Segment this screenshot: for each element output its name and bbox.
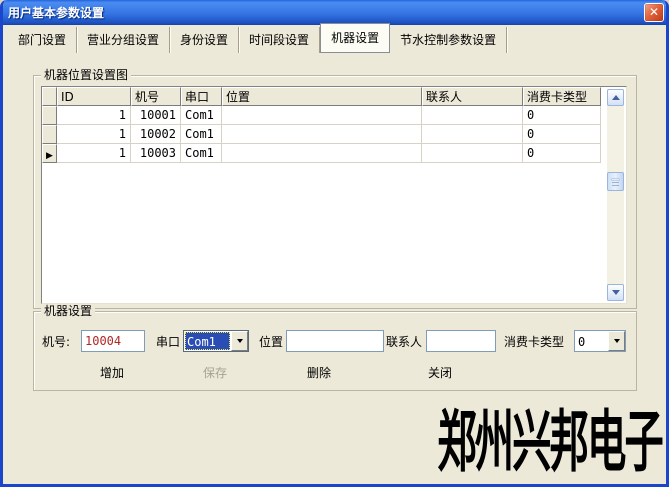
- scroll-up-button[interactable]: [607, 89, 624, 106]
- table-row[interactable]: 1 10001 Com1 0: [42, 106, 601, 125]
- card-type-label: 消费卡类型: [504, 332, 564, 353]
- tab-identity-settings[interactable]: 身份设置: [170, 27, 239, 53]
- location-label: 位置: [259, 332, 283, 353]
- cell-contact[interactable]: [422, 106, 523, 125]
- tab-machine-settings[interactable]: 机器设置: [320, 23, 390, 53]
- cell-card-type[interactable]: 0: [523, 144, 601, 163]
- cell-card-type[interactable]: 0: [523, 106, 601, 125]
- scroll-thumb[interactable]: [607, 172, 624, 191]
- window-title: 用户基本参数设置: [8, 4, 644, 21]
- close-icon[interactable]: ✕: [644, 3, 664, 22]
- col-header-port[interactable]: 串口: [181, 87, 222, 106]
- current-row-arrow-icon: ▶: [46, 151, 53, 161]
- cell-port[interactable]: Com1: [181, 144, 222, 163]
- dialog-body: 部门设置 营业分组设置 身份设置 时间段设置 机器设置 节水控制参数设置 机器位…: [3, 25, 666, 484]
- tab-bar: 部门设置 营业分组设置 身份设置 时间段设置 机器设置 节水控制参数设置: [8, 28, 507, 53]
- port-selected-value: Com1: [185, 332, 230, 350]
- cell-card-type[interactable]: 0: [523, 125, 601, 144]
- cell-id[interactable]: 1: [57, 125, 131, 144]
- cell-port[interactable]: Com1: [181, 106, 222, 125]
- tab-time-period-settings[interactable]: 时间段设置: [239, 27, 320, 53]
- port-label: 串口: [156, 332, 180, 353]
- scroll-down-icon: [612, 290, 620, 295]
- col-header-id[interactable]: ID: [57, 87, 131, 106]
- add-button[interactable]: 增加: [96, 362, 128, 383]
- scroll-down-button[interactable]: [607, 284, 624, 301]
- cell-port[interactable]: Com1: [181, 125, 222, 144]
- col-header-location[interactable]: 位置: [222, 87, 422, 106]
- machine-location-groupbox: 机器位置设置图 ID 机号 串口 位置 联系人 消费卡类型: [33, 75, 637, 309]
- machine-table: ID 机号 串口 位置 联系人 消费卡类型 1 10001 Com1: [42, 87, 601, 163]
- location-input[interactable]: [286, 330, 384, 352]
- vertical-scrollbar[interactable]: [607, 89, 624, 301]
- col-header-card-type[interactable]: 消费卡类型: [523, 87, 601, 106]
- card-type-selected-value: 0: [576, 332, 607, 350]
- cell-machine-no[interactable]: 10003: [131, 144, 181, 163]
- dialog-window: 用户基本参数设置 ✕ 部门设置 营业分组设置 身份设置 时间段设置 机器设置 节…: [0, 0, 669, 487]
- row-selector[interactable]: [42, 106, 57, 125]
- card-type-dropdown-button[interactable]: [608, 331, 625, 351]
- row-selector-header: [42, 87, 57, 106]
- machine-no-input[interactable]: [81, 330, 145, 352]
- machine-settings-groupbox-title: 机器设置: [41, 304, 95, 318]
- row-selector-current[interactable]: ▶: [42, 144, 57, 163]
- col-header-machine-no[interactable]: 机号: [131, 87, 181, 106]
- port-combobox[interactable]: Com1: [183, 330, 249, 352]
- tab-business-group-settings[interactable]: 营业分组设置: [77, 27, 170, 53]
- cell-id[interactable]: 1: [57, 144, 131, 163]
- table-header-row: ID 机号 串口 位置 联系人 消费卡类型: [42, 87, 601, 106]
- machine-grid: ID 机号 串口 位置 联系人 消费卡类型 1 10001 Com1: [41, 86, 627, 304]
- cell-contact[interactable]: [422, 125, 523, 144]
- machine-settings-groupbox: 机器设置 机号: 串口 Com1 位置 联系人 消费卡类型 0 增加 保存 删除…: [33, 311, 637, 391]
- tab-department-settings[interactable]: 部门设置: [8, 27, 77, 53]
- save-button[interactable]: 保存: [199, 362, 231, 383]
- chevron-down-icon: [237, 339, 243, 343]
- title-bar[interactable]: 用户基本参数设置 ✕: [0, 0, 669, 25]
- cell-contact[interactable]: [422, 144, 523, 163]
- row-selector[interactable]: [42, 125, 57, 144]
- contact-input[interactable]: [426, 330, 496, 352]
- table-row[interactable]: ▶ 1 10003 Com1 0: [42, 144, 601, 163]
- chevron-down-icon: [614, 339, 620, 343]
- cell-id[interactable]: 1: [57, 106, 131, 125]
- machine-no-label: 机号:: [42, 332, 70, 353]
- cell-location[interactable]: [222, 125, 422, 144]
- card-type-combobox[interactable]: 0: [574, 330, 626, 352]
- col-header-contact[interactable]: 联系人: [422, 87, 523, 106]
- tab-water-saving-settings[interactable]: 节水控制参数设置: [390, 27, 507, 53]
- vendor-watermark: 郑州兴邦电子: [437, 407, 662, 478]
- scroll-up-icon: [612, 95, 620, 100]
- contact-label: 联系人: [386, 332, 422, 353]
- cell-machine-no[interactable]: 10002: [131, 125, 181, 144]
- machine-location-groupbox-title: 机器位置设置图: [41, 68, 131, 82]
- close-button[interactable]: 关闭: [424, 362, 456, 383]
- port-dropdown-button[interactable]: [231, 331, 248, 351]
- table-row[interactable]: 1 10002 Com1 0: [42, 125, 601, 144]
- cell-machine-no[interactable]: 10001: [131, 106, 181, 125]
- delete-button[interactable]: 删除: [303, 362, 335, 383]
- cell-location[interactable]: [222, 144, 422, 163]
- cell-location[interactable]: [222, 106, 422, 125]
